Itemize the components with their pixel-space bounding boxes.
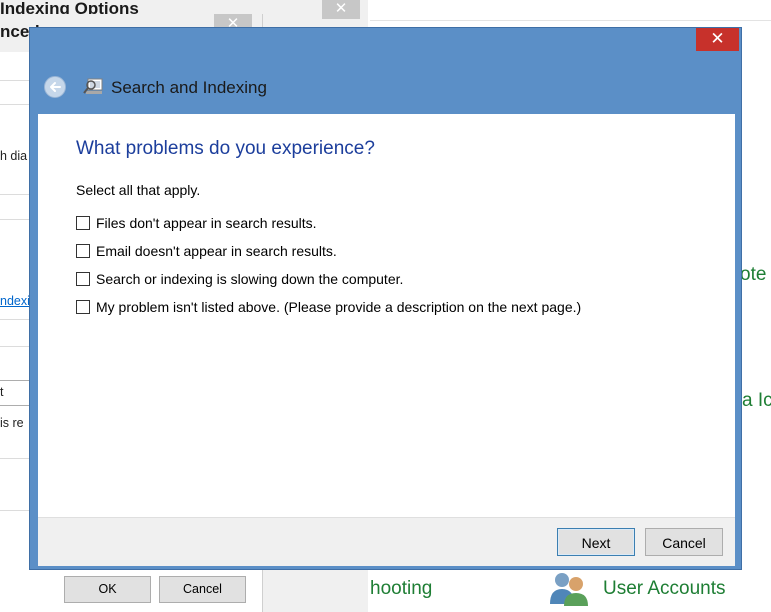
- option-label[interactable]: Email doesn't appear in search results.: [96, 243, 337, 259]
- close-icon: ✕: [710, 29, 725, 48]
- dialog-footer: Next Cancel: [38, 517, 735, 566]
- advanced-field-text: t: [0, 385, 4, 399]
- checkbox[interactable]: [76, 244, 90, 258]
- cancel-button[interactable]: Cancel: [645, 528, 723, 556]
- control-panel-item-fragment[interactable]: ote: [740, 264, 766, 286]
- instruction-text: Select all that apply.: [76, 182, 201, 198]
- control-panel-item-fragment[interactable]: a Ic: [742, 390, 771, 412]
- dialog-title: Search and Indexing: [111, 78, 267, 97]
- ok-button[interactable]: OK: [64, 576, 151, 603]
- option-label[interactable]: Files don't appear in search results.: [96, 215, 317, 231]
- user-accounts-link[interactable]: User Accounts: [603, 578, 726, 600]
- search-indexing-icon: [83, 78, 103, 94]
- checkbox[interactable]: [76, 272, 90, 286]
- search-indexing-dialog: ✕ Search and Indexing What problems do y…: [29, 27, 742, 570]
- advanced-indexing-link[interactable]: ndexi: [0, 294, 30, 308]
- advanced-field[interactable]: t: [0, 380, 31, 406]
- option-label[interactable]: My problem isn't listed above. (Please p…: [96, 299, 581, 315]
- option-label[interactable]: Search or indexing is slowing down the c…: [96, 271, 403, 287]
- back-button[interactable]: [44, 76, 66, 98]
- dialog-content: What problems do you experience? Select …: [38, 114, 735, 517]
- cancel-button[interactable]: Cancel: [159, 576, 246, 603]
- advanced-text-fragment: h dia: [0, 149, 28, 163]
- control-panel-divider: [370, 20, 771, 21]
- dialog-close-button[interactable]: ✕: [696, 28, 739, 51]
- checkbox[interactable]: [76, 300, 90, 314]
- close-icon: ✕: [334, 0, 348, 17]
- checkbox[interactable]: [76, 216, 90, 230]
- next-button[interactable]: Next: [557, 528, 635, 556]
- control-panel-troubleshooting-link[interactable]: hooting: [370, 578, 432, 600]
- advanced-text-fragment: is re: [0, 416, 24, 430]
- user-accounts-icon[interactable]: [548, 570, 592, 606]
- page-heading: What problems do you experience?: [76, 138, 375, 159]
- indexing-options-close-button[interactable]: ✕: [322, 0, 360, 19]
- back-arrow-icon: [50, 82, 61, 92]
